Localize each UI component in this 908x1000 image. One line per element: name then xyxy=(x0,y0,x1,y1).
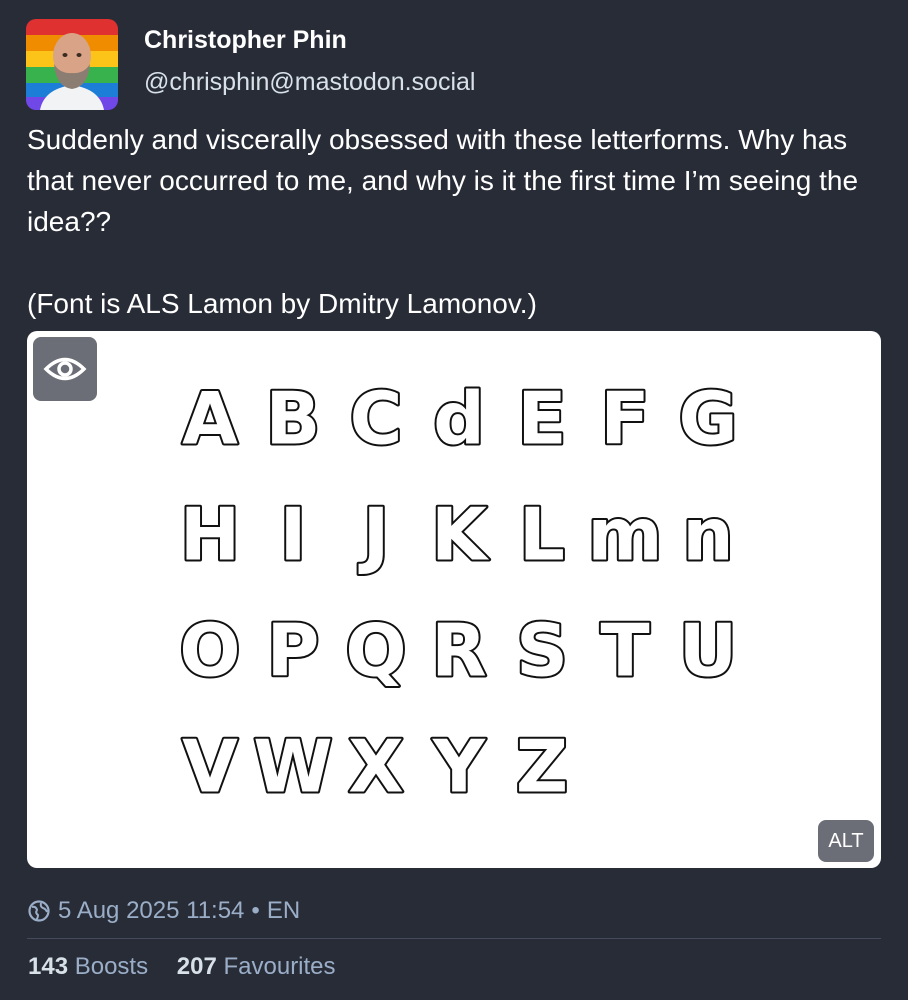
boosts-link[interactable]: 143 Boosts xyxy=(28,953,155,980)
post-content: Suddenly and viscerally obsessed with th… xyxy=(27,119,887,324)
post-language: EN xyxy=(266,897,301,924)
alphabet-letter: J xyxy=(358,493,390,577)
alphabet-letter: I xyxy=(280,493,307,577)
alphabet-image: A B Cd E F G H I J K Lm n O P Q R S T U V W X Y Z xyxy=(177,375,739,811)
alphabet-letter: L xyxy=(519,493,565,577)
post-timestamp[interactable]: 5 Aug 2025 11:54 xyxy=(58,897,244,925)
alphabet-letter: Q xyxy=(345,609,406,693)
author-display-name[interactable]: Christopher Phin xyxy=(144,26,347,55)
alphabet-letter: F xyxy=(600,377,649,461)
author-handle[interactable]: @chrisphin@mastodon.social xyxy=(144,68,475,97)
post-meta: 5 Aug 2025 11:54 • EN xyxy=(28,895,300,927)
alphabet-letter: X xyxy=(348,725,404,809)
alphabet-letter: E xyxy=(517,377,566,461)
post-stats: 143 Boosts 207 Favourites xyxy=(28,953,336,981)
alphabet-letter: R xyxy=(431,609,486,693)
alphabet-letter: C xyxy=(350,377,403,461)
alphabet-letter: O xyxy=(179,609,240,693)
media-attachment[interactable]: ABCdEFG HIJKLmn OPQRSTU VWXYZ ALT xyxy=(27,331,881,868)
meta-separator: • xyxy=(251,897,260,924)
post-paragraph: (Font is ALS Lamon by Dmitry Lamonov.) xyxy=(27,288,537,319)
favourites-count: 207 xyxy=(176,953,217,980)
alphabet-letter: P xyxy=(267,609,320,693)
alphabet-letter: T xyxy=(600,609,649,693)
alphabet-letter: n xyxy=(682,493,733,577)
hide-media-button[interactable] xyxy=(33,337,97,401)
favourites-link[interactable]: 207 Favourites xyxy=(177,953,336,980)
alphabet-letter: W xyxy=(253,725,332,809)
alt-text-badge[interactable]: ALT xyxy=(818,820,874,862)
avatar-photo xyxy=(26,19,118,110)
alphabet-letter: K xyxy=(431,493,489,577)
alphabet-letter: m xyxy=(587,493,662,577)
alphabet-letter: U xyxy=(679,609,737,693)
alphabet-letter: B xyxy=(266,377,321,461)
alphabet-letter: A xyxy=(182,377,238,461)
post-paragraph: Suddenly and viscerally obsessed with th… xyxy=(27,124,859,237)
alphabet-letter: Y xyxy=(432,725,486,809)
alphabet-letter: Z xyxy=(516,725,568,809)
eye-icon xyxy=(43,357,87,381)
alphabet-letter: V xyxy=(182,725,238,809)
alphabet-letter: H xyxy=(180,493,240,577)
alphabet-letter: S xyxy=(516,609,568,693)
alphabet-letter: d xyxy=(433,377,485,461)
globe-icon xyxy=(28,900,50,922)
avatar[interactable] xyxy=(26,19,118,110)
boosts-count: 143 xyxy=(28,953,69,980)
boosts-label: Boosts xyxy=(74,953,149,980)
divider xyxy=(27,938,881,939)
post-detail: Christopher Phin @chrisphin@mastodon.soc… xyxy=(0,0,908,1000)
favourites-label: Favourites xyxy=(223,953,336,980)
alphabet-letter: G xyxy=(678,377,737,461)
